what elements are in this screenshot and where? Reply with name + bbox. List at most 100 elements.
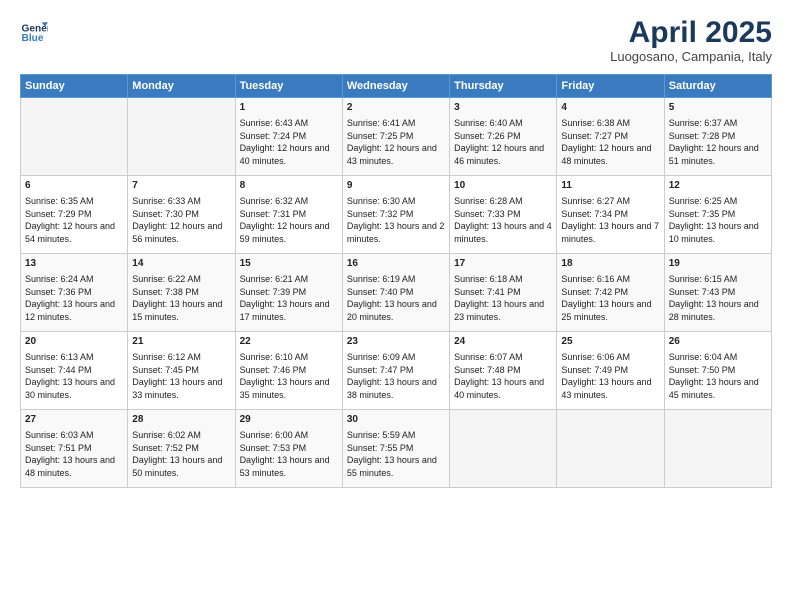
- sunset-text: Sunset: 7:53 PM: [240, 443, 307, 453]
- table-row: 9 Sunrise: 6:30 AM Sunset: 7:32 PM Dayli…: [342, 176, 449, 254]
- sunset-text: Sunset: 7:28 PM: [669, 131, 736, 141]
- day-number: 19: [669, 257, 767, 271]
- daylight-text: Daylight: 12 hours and 51 minutes.: [669, 143, 759, 166]
- daylight-text: Daylight: 13 hours and 15 minutes.: [132, 299, 222, 322]
- sunrise-text: Sunrise: 6:13 AM: [25, 352, 94, 362]
- day-number: 5: [669, 101, 767, 115]
- day-number: 23: [347, 335, 445, 349]
- sunrise-text: Sunrise: 6:22 AM: [132, 274, 201, 284]
- col-wednesday: Wednesday: [342, 75, 449, 98]
- daylight-text: Daylight: 13 hours and 45 minutes.: [669, 377, 759, 400]
- table-row: 5 Sunrise: 6:37 AM Sunset: 7:28 PM Dayli…: [664, 98, 771, 176]
- sunset-text: Sunset: 7:49 PM: [561, 365, 628, 375]
- table-row: 3 Sunrise: 6:40 AM Sunset: 7:26 PM Dayli…: [450, 98, 557, 176]
- sunrise-text: Sunrise: 6:40 AM: [454, 118, 523, 128]
- svg-text:Blue: Blue: [22, 33, 44, 44]
- cell-content: 27 Sunrise: 6:03 AM Sunset: 7:51 PM Dayl…: [25, 413, 123, 479]
- daylight-text: Daylight: 12 hours and 48 minutes.: [561, 143, 651, 166]
- sunrise-text: Sunrise: 6:32 AM: [240, 196, 309, 206]
- day-number: 27: [25, 413, 123, 427]
- table-row: 14 Sunrise: 6:22 AM Sunset: 7:38 PM Dayl…: [128, 254, 235, 332]
- sunrise-text: Sunrise: 6:09 AM: [347, 352, 416, 362]
- week-row-4: 20 Sunrise: 6:13 AM Sunset: 7:44 PM Dayl…: [21, 332, 772, 410]
- day-number: 3: [454, 101, 552, 115]
- table-row: 4 Sunrise: 6:38 AM Sunset: 7:27 PM Dayli…: [557, 98, 664, 176]
- sunrise-text: Sunrise: 6:03 AM: [25, 430, 94, 440]
- sunset-text: Sunset: 7:46 PM: [240, 365, 307, 375]
- table-row: 23 Sunrise: 6:09 AM Sunset: 7:47 PM Dayl…: [342, 332, 449, 410]
- daylight-text: Daylight: 13 hours and 43 minutes.: [561, 377, 651, 400]
- cell-content: 10 Sunrise: 6:28 AM Sunset: 7:33 PM Dayl…: [454, 179, 552, 245]
- day-number: 30: [347, 413, 445, 427]
- daylight-text: Daylight: 13 hours and 38 minutes.: [347, 377, 437, 400]
- sunset-text: Sunset: 7:39 PM: [240, 287, 307, 297]
- daylight-text: Daylight: 13 hours and 30 minutes.: [25, 377, 115, 400]
- day-number: 14: [132, 257, 230, 271]
- sunrise-text: Sunrise: 6:21 AM: [240, 274, 309, 284]
- daylight-text: Daylight: 12 hours and 43 minutes.: [347, 143, 437, 166]
- cell-content: 6 Sunrise: 6:35 AM Sunset: 7:29 PM Dayli…: [25, 179, 123, 245]
- day-number: 16: [347, 257, 445, 271]
- location: Luogosano, Campania, Italy: [610, 49, 772, 64]
- table-row: 10 Sunrise: 6:28 AM Sunset: 7:33 PM Dayl…: [450, 176, 557, 254]
- cell-content: 29 Sunrise: 6:00 AM Sunset: 7:53 PM Dayl…: [240, 413, 338, 479]
- sunset-text: Sunset: 7:25 PM: [347, 131, 414, 141]
- day-number: 2: [347, 101, 445, 115]
- table-row: 8 Sunrise: 6:32 AM Sunset: 7:31 PM Dayli…: [235, 176, 342, 254]
- sunset-text: Sunset: 7:40 PM: [347, 287, 414, 297]
- daylight-text: Daylight: 13 hours and 2 minutes.: [347, 221, 445, 244]
- cell-content: 28 Sunrise: 6:02 AM Sunset: 7:52 PM Dayl…: [132, 413, 230, 479]
- daylight-text: Daylight: 13 hours and 55 minutes.: [347, 455, 437, 478]
- day-number: 8: [240, 179, 338, 193]
- sunrise-text: Sunrise: 6:35 AM: [25, 196, 94, 206]
- sunrise-text: Sunrise: 6:16 AM: [561, 274, 630, 284]
- cell-content: 19 Sunrise: 6:15 AM Sunset: 7:43 PM Dayl…: [669, 257, 767, 323]
- daylight-text: Daylight: 13 hours and 35 minutes.: [240, 377, 330, 400]
- sunrise-text: Sunrise: 6:07 AM: [454, 352, 523, 362]
- daylight-text: Daylight: 13 hours and 33 minutes.: [132, 377, 222, 400]
- table-row: 30 Sunrise: 5:59 AM Sunset: 7:55 PM Dayl…: [342, 410, 449, 488]
- table-row: 24 Sunrise: 6:07 AM Sunset: 7:48 PM Dayl…: [450, 332, 557, 410]
- calendar-page: General Blue April 2025 Luogosano, Campa…: [0, 0, 792, 612]
- day-number: 11: [561, 179, 659, 193]
- cell-content: 20 Sunrise: 6:13 AM Sunset: 7:44 PM Dayl…: [25, 335, 123, 401]
- col-friday: Friday: [557, 75, 664, 98]
- day-number: 17: [454, 257, 552, 271]
- sunset-text: Sunset: 7:32 PM: [347, 209, 414, 219]
- cell-content: 24 Sunrise: 6:07 AM Sunset: 7:48 PM Dayl…: [454, 335, 552, 401]
- sunset-text: Sunset: 7:33 PM: [454, 209, 521, 219]
- col-monday: Monday: [128, 75, 235, 98]
- daylight-text: Daylight: 13 hours and 50 minutes.: [132, 455, 222, 478]
- sunset-text: Sunset: 7:26 PM: [454, 131, 521, 141]
- sunset-text: Sunset: 7:52 PM: [132, 443, 199, 453]
- col-thursday: Thursday: [450, 75, 557, 98]
- table-row: 26 Sunrise: 6:04 AM Sunset: 7:50 PM Dayl…: [664, 332, 771, 410]
- daylight-text: Daylight: 13 hours and 28 minutes.: [669, 299, 759, 322]
- sunset-text: Sunset: 7:41 PM: [454, 287, 521, 297]
- sunset-text: Sunset: 7:30 PM: [132, 209, 199, 219]
- table-row: [128, 98, 235, 176]
- day-number: 9: [347, 179, 445, 193]
- sunset-text: Sunset: 7:27 PM: [561, 131, 628, 141]
- table-row: 28 Sunrise: 6:02 AM Sunset: 7:52 PM Dayl…: [128, 410, 235, 488]
- calendar-table: Sunday Monday Tuesday Wednesday Thursday…: [20, 74, 772, 488]
- table-row: 11 Sunrise: 6:27 AM Sunset: 7:34 PM Dayl…: [557, 176, 664, 254]
- sunset-text: Sunset: 7:44 PM: [25, 365, 92, 375]
- daylight-text: Daylight: 12 hours and 46 minutes.: [454, 143, 544, 166]
- daylight-text: Daylight: 13 hours and 10 minutes.: [669, 221, 759, 244]
- table-row: 20 Sunrise: 6:13 AM Sunset: 7:44 PM Dayl…: [21, 332, 128, 410]
- table-row: 12 Sunrise: 6:25 AM Sunset: 7:35 PM Dayl…: [664, 176, 771, 254]
- day-number: 29: [240, 413, 338, 427]
- table-row: 25 Sunrise: 6:06 AM Sunset: 7:49 PM Dayl…: [557, 332, 664, 410]
- day-number: 18: [561, 257, 659, 271]
- sunrise-text: Sunrise: 6:04 AM: [669, 352, 738, 362]
- day-number: 12: [669, 179, 767, 193]
- daylight-text: Daylight: 13 hours and 20 minutes.: [347, 299, 437, 322]
- daylight-text: Daylight: 12 hours and 56 minutes.: [132, 221, 222, 244]
- cell-content: 18 Sunrise: 6:16 AM Sunset: 7:42 PM Dayl…: [561, 257, 659, 323]
- sunrise-text: Sunrise: 6:37 AM: [669, 118, 738, 128]
- daylight-text: Daylight: 13 hours and 23 minutes.: [454, 299, 544, 322]
- cell-content: 3 Sunrise: 6:40 AM Sunset: 7:26 PM Dayli…: [454, 101, 552, 167]
- sunrise-text: Sunrise: 6:30 AM: [347, 196, 416, 206]
- daylight-text: Daylight: 12 hours and 54 minutes.: [25, 221, 115, 244]
